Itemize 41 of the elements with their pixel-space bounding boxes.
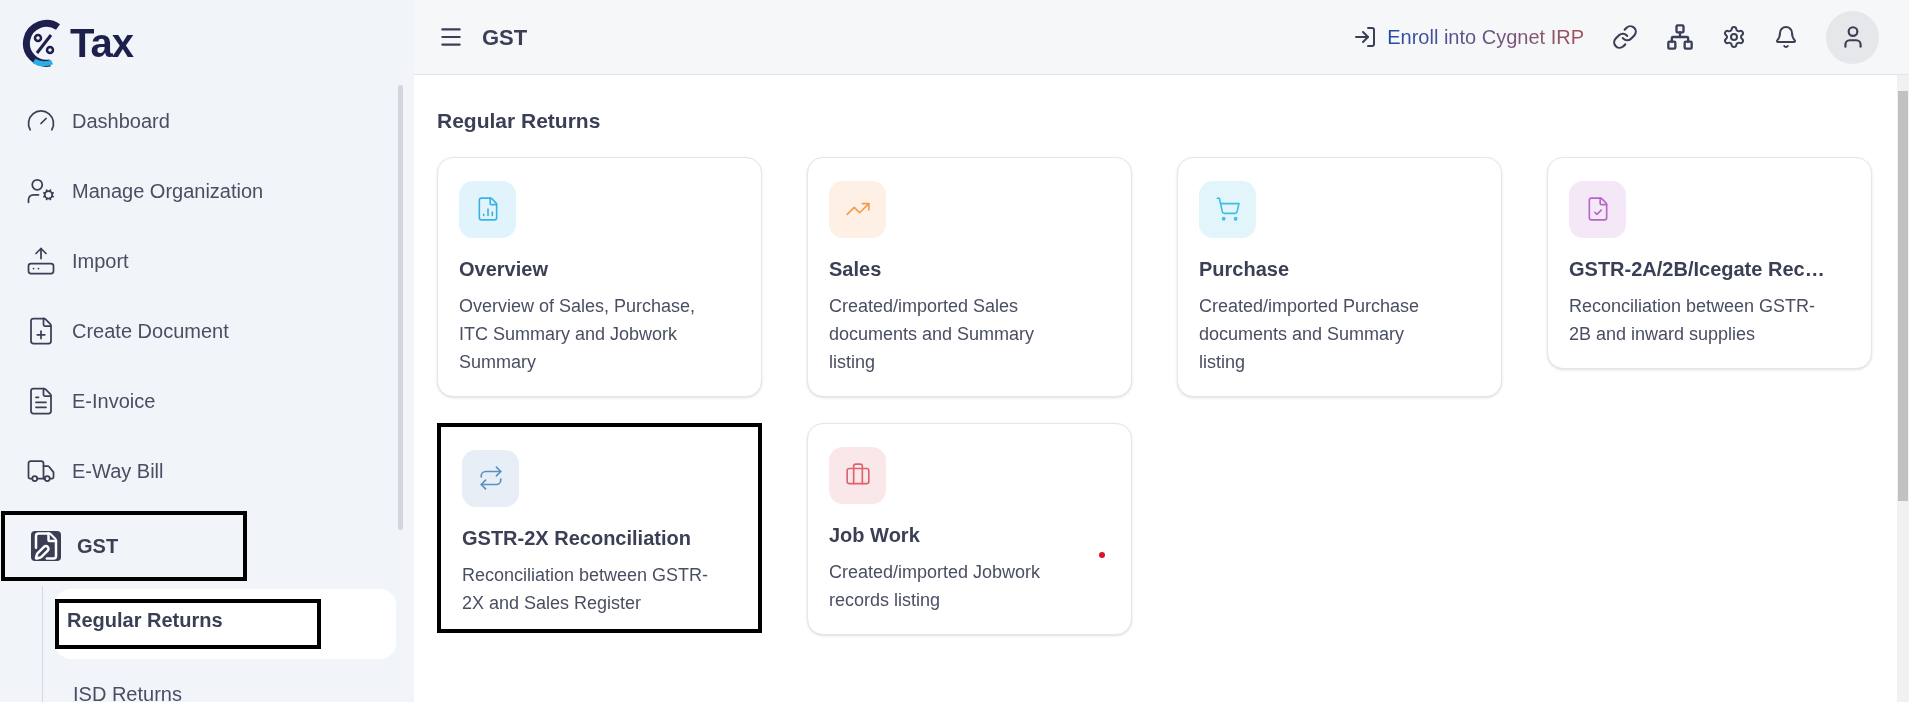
submenu-item[interactable]: Regular Returns [55,589,396,659]
upload-icon [26,246,56,276]
page-title: GST [482,23,528,52]
hierarchy-icon[interactable] [1666,23,1694,51]
module-card[interactable]: Job Work Created/imported Jobwork records listing [807,422,1132,635]
sidebar-item[interactable]: Dashboard [0,86,380,156]
card-title: GSTR-2A/2B/Icegate Rec… [1569,256,1826,282]
submenu-item[interactable]: ISD Returns [55,667,396,702]
module-card[interactable]: GSTR-2X Reconciliation Reconciliation between GSTR-2X and Sales Register [437,422,762,633]
card-title: Purchase [1199,256,1291,282]
sidebar-item[interactable]: GST [1,511,247,581]
notification-icon[interactable] [1774,25,1798,49]
sidebar-item[interactable]: Manage Organization [0,156,380,226]
users-gear-icon [26,176,56,206]
scrollbar[interactable] [1897,75,1909,702]
sidebar-item[interactable]: Import [0,226,380,296]
module-card[interactable]: GSTR-2A/2B/Icegate Rec… Reconciliation between GSTR-2B and inward supplies [1547,156,1872,369]
sidebar-item[interactable]: E-Way Bill [0,436,380,506]
card-title: GSTR-2X Reconciliation [462,525,692,551]
module-card[interactable]: Sales Created/imported Sales documents and Summary listing [807,156,1132,397]
login-icon [1353,25,1378,49]
card-description: Overview of Sales, Purchase, ITC Summary and Jobwork Summary [459,294,697,374]
card-title: Job Work [829,522,921,548]
card-description: Reconciliation between GSTR-2X and Sales Register [462,563,710,615]
section-title: Regular Returns [437,108,602,134]
file-pen-icon [31,531,61,561]
card-title: Sales [829,256,883,282]
settings-icon[interactable] [1722,25,1746,49]
avatar-button[interactable] [1826,10,1879,64]
sidebar-item[interactable]: E-Invoice [0,366,380,436]
card-description: Created/imported Sales documents and Summary listing [829,294,1036,374]
card-description: Reconciliation between GSTR-2B and inward supplies [1569,294,1817,346]
module-card[interactable]: Purchase Created/imported Purchase documents and Summary listing [1177,156,1502,397]
card-title: Overview [459,256,549,282]
logo-text: Tax [70,20,133,67]
link-icon[interactable] [1612,24,1638,50]
module-card[interactable]: Overview Overview of Sales, Purchase, ITC Summary and Jobwork Summary [437,156,762,397]
card-description: Created/imported Jobwork records listing [829,560,1042,612]
sidebar-item[interactable]: Create Document [0,296,380,366]
card-description: Created/imported Purchase documents and Summary listing [1199,294,1421,374]
scrollbar[interactable] [398,85,403,530]
